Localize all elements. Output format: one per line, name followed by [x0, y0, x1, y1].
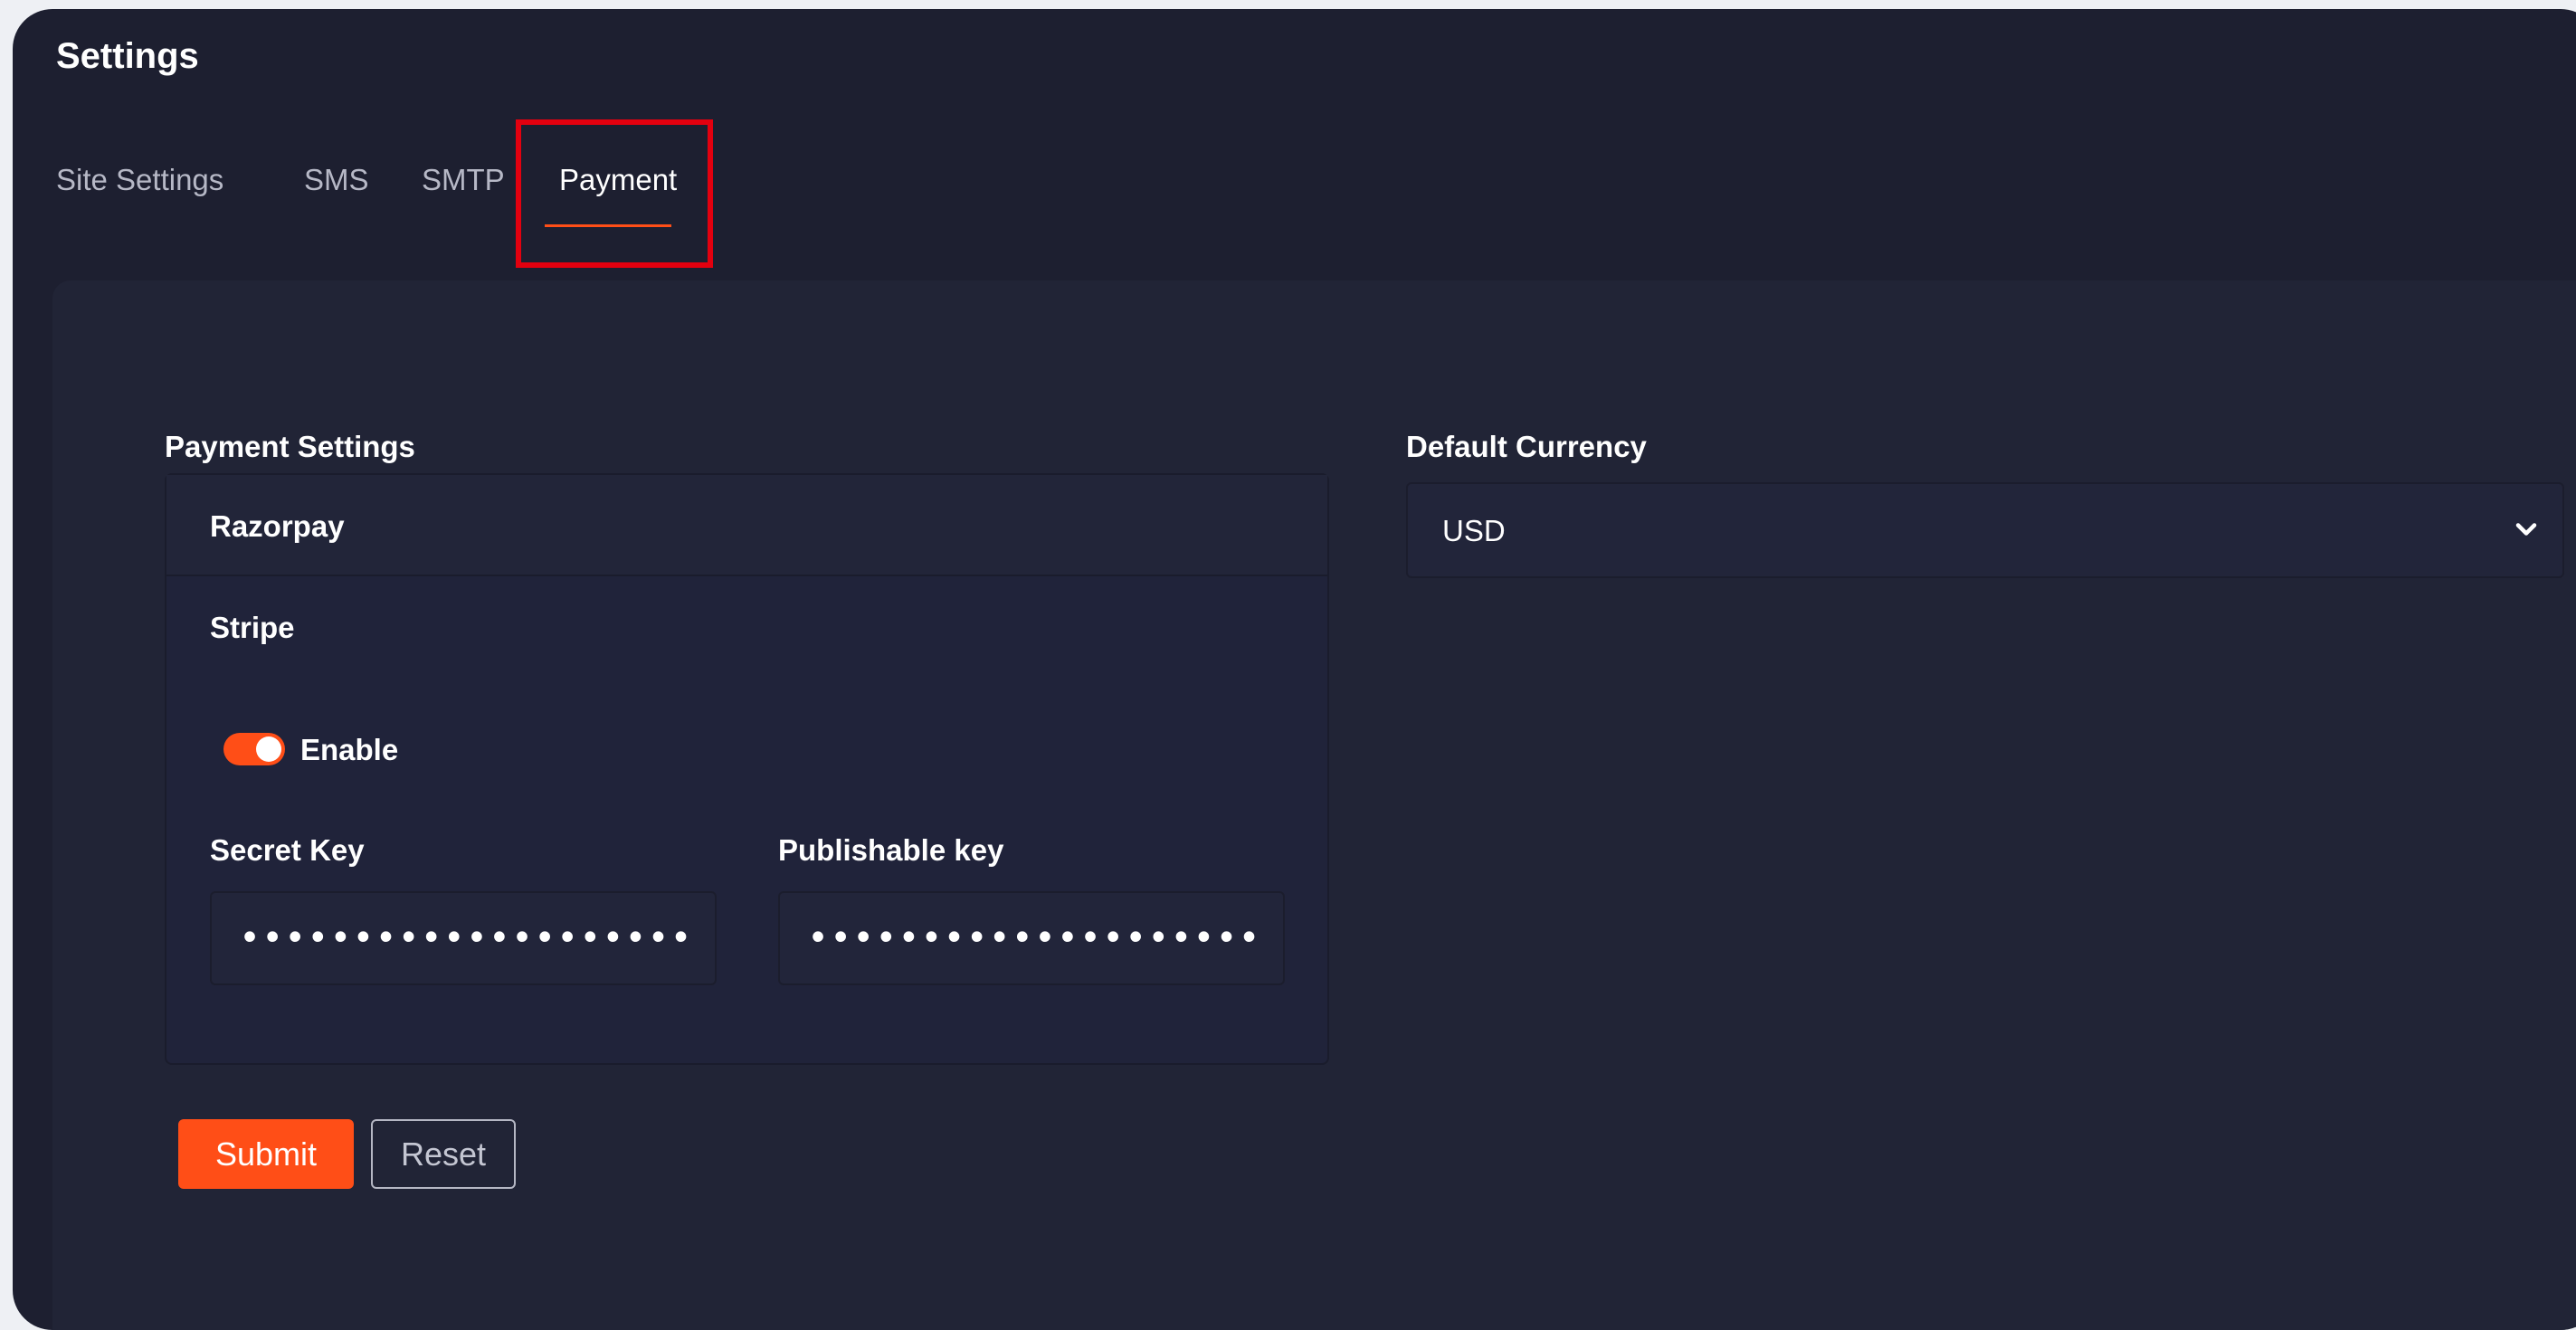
- secret-key-input[interactable]: [210, 891, 717, 985]
- stripe-enable-toggle[interactable]: [223, 733, 285, 765]
- settings-window: Settings Site Settings SMS SMTP Payment …: [13, 9, 2576, 1330]
- submit-button[interactable]: Submit: [178, 1119, 354, 1189]
- razorpay-label: Razorpay: [210, 509, 345, 543]
- tab-site-settings[interactable]: Site Settings: [56, 163, 223, 197]
- tab-sms[interactable]: SMS: [304, 163, 369, 197]
- highlight-annotation-box: [516, 119, 713, 268]
- tab-smtp[interactable]: SMTP: [422, 163, 505, 197]
- default-currency-select[interactable]: USD: [1406, 482, 2564, 578]
- toggle-knob: [256, 736, 281, 762]
- publishable-key-label: Publishable key: [778, 833, 1004, 867]
- page-title: Settings: [56, 36, 199, 76]
- secret-key-label: Secret Key: [210, 833, 365, 867]
- payment-settings-label: Payment Settings: [165, 430, 415, 463]
- enable-label: Enable: [300, 733, 399, 766]
- default-currency-label: Default Currency: [1406, 430, 1647, 463]
- chevron-down-icon: [2515, 523, 2537, 536]
- payment-providers-accordion: Razorpay Stripe Enable Secret Key Publis…: [165, 473, 1329, 1065]
- accordion-item-stripe[interactable]: Stripe: [210, 611, 295, 645]
- accordion-item-razorpay[interactable]: Razorpay: [166, 475, 1327, 576]
- publishable-key-input[interactable]: [778, 891, 1285, 985]
- currency-selected-value: USD: [1442, 514, 1506, 547]
- reset-button[interactable]: Reset: [371, 1119, 516, 1189]
